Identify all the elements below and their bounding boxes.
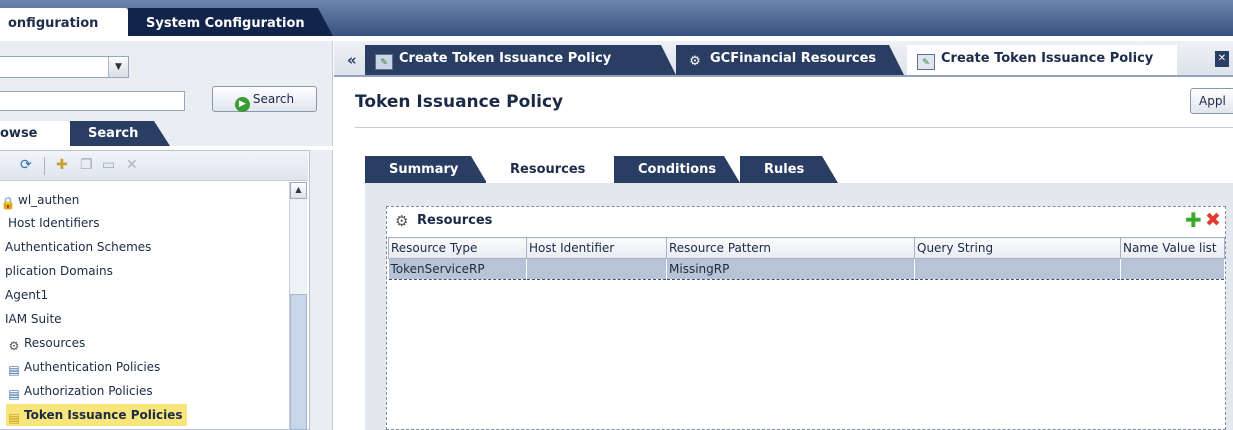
tree-item-label: plication Domains — [5, 264, 113, 278]
toolbar-separator — [44, 157, 45, 175]
tab-configuration-label: onfiguration — [8, 16, 99, 31]
tree-item-label: Authorization Policies — [24, 384, 153, 398]
resources-table: Resource Type Host Identifier Resource P… — [388, 237, 1225, 280]
tab-browse[interactable]: owse — [0, 121, 82, 146]
token-issuance-policy-icon: ▤ — [8, 411, 20, 425]
tree-item-label: Agent1 — [5, 288, 49, 302]
search-button-label: Search — [252, 92, 295, 106]
chevron-down-icon[interactable]: ▼ — [108, 57, 128, 77]
tab-system-configuration[interactable]: System Configuration — [128, 8, 334, 38]
tab-rules[interactable]: Rules — [740, 156, 838, 183]
tab-search[interactable]: Search — [70, 121, 170, 146]
table-cell — [1120, 258, 1225, 280]
tree-item-label: IAM Suite — [5, 312, 62, 326]
resources-header: ⚙ Resources ✚ ✖ — [387, 207, 1225, 235]
tab-resources[interactable]: Resources — [486, 156, 614, 183]
tab-resources-label: Resources — [510, 162, 586, 177]
tab-browse-label: owse — [0, 126, 38, 141]
scrollbar-thumb[interactable] — [290, 294, 307, 430]
go-arrow-icon: ▶ — [234, 97, 250, 112]
top-tab-bar: onfiguration System Configuration — [0, 0, 1233, 41]
tab-summary[interactable]: Summary — [365, 156, 487, 183]
tree-item-label: Authentication Policies — [24, 360, 161, 374]
lock-icon: 🔒 — [0, 196, 16, 210]
duplicate-icon[interactable]: ❐ — [80, 158, 93, 172]
policy-document-icon: ✎ — [917, 54, 935, 70]
column-header[interactable]: Resource Type — [388, 237, 527, 259]
resources-title: Resources — [417, 213, 493, 228]
tree-item-selected[interactable]: ▤ Token Issuance Policies — [6, 404, 187, 426]
tab-gcfinancial-resources[interactable]: ⚙ GCFinancial Resources — [676, 45, 904, 75]
tab-create-token-issuance-policy-2[interactable]: ✎ Create Token Issuance Policy — [907, 45, 1177, 75]
refresh-icon[interactable]: ⟳ — [20, 158, 32, 172]
authentication-policy-icon: ▤ — [8, 363, 20, 377]
apply-button[interactable]: Appl — [1190, 88, 1233, 114]
tab-label: Create Token Issuance Policy — [941, 51, 1154, 66]
tree-item[interactable]: Authentication Schemes — [5, 236, 151, 258]
content-area: « ✎ Create Token Issuance Policy ⚙ GCFinan… — [334, 41, 1233, 430]
table-cell — [526, 258, 667, 280]
browse-tree-panel: ⟳ ✚ ❐ ▭ ✕ 🔒 wl_authen Host Identifiers Au… — [0, 150, 310, 430]
tree-item[interactable]: ▤ Authentication Policies — [6, 356, 160, 378]
tree-toolbar: ⟳ ✚ ❐ ▭ ✕ — [0, 151, 308, 181]
tree-item-label: Authentication Schemes — [5, 240, 152, 254]
table-header-row: Resource Type Host Identifier Resource P… — [388, 237, 1225, 259]
tab-conditions[interactable]: Conditions — [614, 156, 740, 183]
tab-conditions-label: Conditions — [638, 162, 717, 177]
table-cell: MissingRP — [666, 258, 915, 280]
tab-label: GCFinancial Resources — [710, 51, 877, 66]
tree-item[interactable]: IAM Suite — [5, 308, 62, 330]
tree-item[interactable]: plication Domains — [5, 260, 113, 282]
resources-panel: ⚙ Resources ✚ ✖ Resource Type Host Ident… — [386, 206, 1226, 430]
resources-gear-icon: ⚙ — [8, 339, 20, 353]
policy-document-icon: ✎ — [375, 54, 393, 70]
search-button[interactable]: ▶ Search — [212, 86, 317, 112]
tree-item[interactable]: Agent1 — [5, 284, 48, 306]
column-header[interactable]: Host Identifier — [526, 237, 667, 259]
page-title: Token Issuance Policy — [355, 92, 564, 112]
tab-rules-label: Rules — [764, 162, 805, 177]
table-cell — [914, 258, 1121, 280]
delete-icon[interactable]: ✕ — [126, 158, 138, 172]
resources-gear-icon: ⚙ — [689, 54, 701, 69]
scroll-up-arrow-icon[interactable]: ▲ — [290, 182, 307, 199]
delete-resource-icon[interactable]: ✖ — [1205, 210, 1221, 230]
tree-item[interactable]: ▤ Authorization Policies — [6, 380, 153, 402]
tab-summary-label: Summary — [389, 162, 459, 177]
tab-search-label: Search — [88, 126, 139, 141]
search-type-select[interactable]: ▼ — [0, 56, 129, 78]
create-new-icon[interactable]: ✚ — [56, 158, 68, 172]
close-tab-icon[interactable]: ✕ — [1215, 51, 1229, 67]
tree-item[interactable]: 🔒 wl_authen — [0, 189, 80, 211]
navigation-panel: ▼ ▶ Search owse Search ⟳ ✚ ❐ ▭ ✕ 🔒 wl_auth… — [0, 41, 333, 430]
tree-item-label: Resources — [24, 336, 86, 350]
search-input[interactable] — [0, 91, 185, 111]
add-resource-icon[interactable]: ✚ — [1185, 210, 1202, 230]
open-folder-icon[interactable]: ▭ — [102, 158, 115, 172]
table-cell: TokenServiceRP — [388, 258, 527, 280]
tree-item-label: wl_authen — [18, 193, 80, 207]
document-tab-bar: « ✎ Create Token Issuance Policy ⚙ GCFinan… — [334, 41, 1233, 77]
tree-scrollbar[interactable]: ▲ — [289, 182, 307, 430]
title-divider — [355, 127, 1233, 128]
column-header[interactable]: Query String — [914, 237, 1121, 259]
tree-item[interactable]: Host Identifiers — [8, 212, 99, 234]
tab-configuration[interactable]: onfiguration — [0, 8, 146, 38]
authorization-policy-icon: ▤ — [8, 387, 20, 401]
tab-create-token-issuance-policy-1[interactable]: ✎ Create Token Issuance Policy — [365, 45, 676, 75]
tab-label: Create Token Issuance Policy — [399, 51, 612, 66]
table-row[interactable]: TokenServiceRP MissingRP — [388, 258, 1225, 280]
tree-item-label: Host Identifiers — [8, 216, 100, 230]
resources-gear-icon: ⚙ — [395, 212, 409, 230]
scroll-left-chevron-icon[interactable]: « — [347, 51, 357, 69]
tree-item[interactable]: ⚙ Resources — [6, 332, 86, 354]
column-header[interactable]: Resource Pattern — [666, 237, 915, 259]
tree-item-label: Token Issuance Policies — [24, 408, 183, 422]
column-header[interactable]: Name Value list — [1120, 237, 1225, 259]
tab-system-configuration-label: System Configuration — [146, 16, 305, 31]
